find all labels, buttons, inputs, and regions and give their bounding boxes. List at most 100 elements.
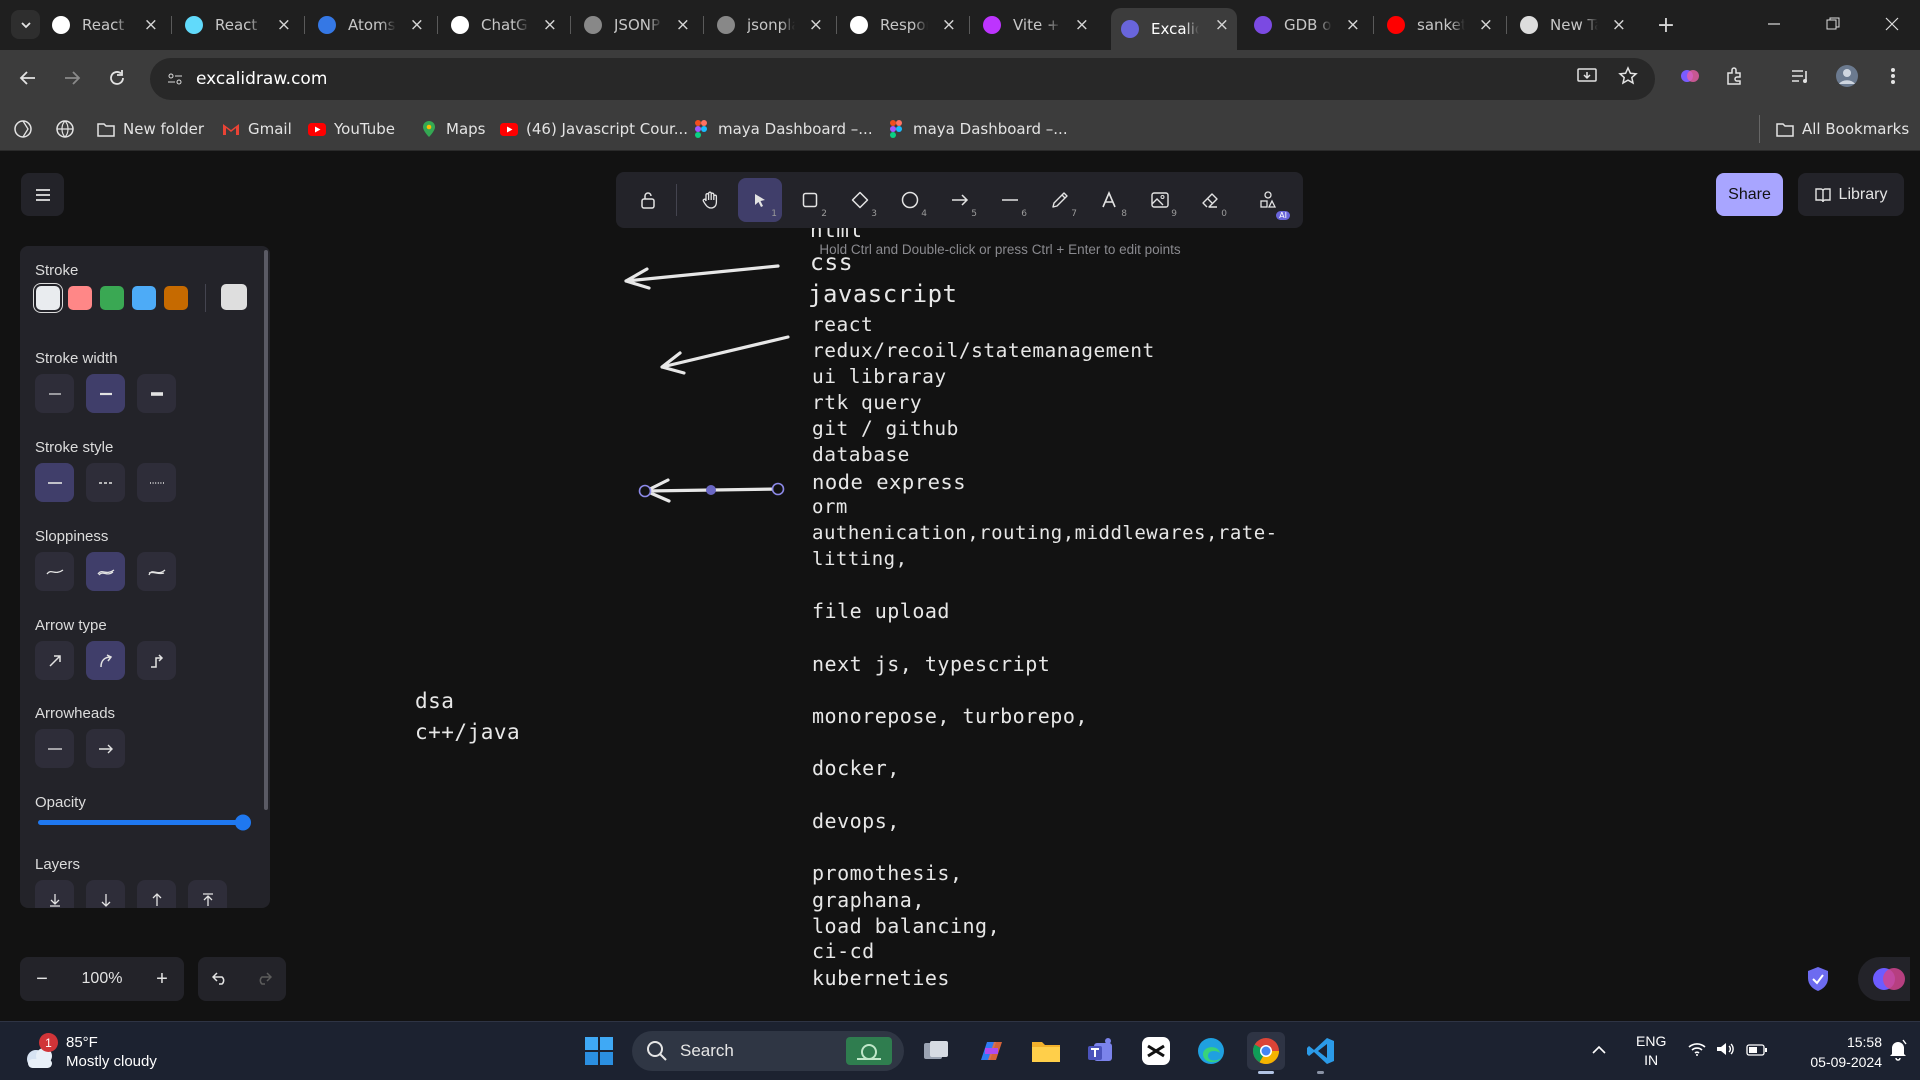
arrowhead-end[interactable] [86, 729, 125, 768]
shield-icon[interactable] [1806, 966, 1830, 992]
arrow-type-curved[interactable] [86, 641, 125, 680]
arrow-to-css[interactable] [624, 264, 780, 290]
tab-search-button[interactable] [11, 10, 40, 39]
volume-icon[interactable] [1716, 1041, 1736, 1062]
stroke-width-extra-bold[interactable] [137, 374, 176, 413]
arrow-tool-button[interactable]: 5 [938, 178, 982, 222]
site-info-icon[interactable] [166, 70, 184, 88]
browser-tab[interactable]: JSONP × [574, 8, 698, 42]
address-bar[interactable]: excalidraw.com [150, 58, 1655, 100]
stroke-style-dotted[interactable] [137, 463, 176, 502]
back-button[interactable] [13, 63, 43, 93]
stroke-width-thin[interactable] [35, 374, 74, 413]
close-window-button[interactable] [1877, 12, 1907, 36]
browser-tab[interactable]: React (× [42, 8, 166, 42]
bring-to-front-button[interactable] [188, 880, 227, 908]
tab-close-icon[interactable]: × [144, 15, 158, 35]
undo-button[interactable] [211, 969, 228, 990]
chrome-taskbar-icon[interactable] [1247, 1032, 1285, 1074]
stroke-color-swatch[interactable] [68, 286, 92, 310]
diamond-tool-button[interactable]: 3 [838, 178, 882, 222]
panel-scrollbar[interactable] [264, 250, 268, 810]
send-backward-button[interactable] [86, 880, 125, 908]
chevron-up-icon[interactable] [1591, 1042, 1607, 1060]
redo-button[interactable] [256, 969, 273, 990]
hand-tool-button[interactable] [688, 178, 732, 222]
tab-close-icon[interactable]: × [1479, 15, 1493, 35]
library-button[interactable]: Library [1798, 173, 1904, 216]
tab-close-icon[interactable]: × [1215, 15, 1229, 35]
edge-icon[interactable] [1192, 1032, 1230, 1070]
current-color-swatch[interactable] [221, 284, 247, 310]
browser-tab[interactable]: sanket × [1377, 8, 1501, 42]
system-clock[interactable]: 15:58 05-09-2024 [1782, 1032, 1882, 1072]
browser-tab[interactable]: Vite + × [973, 8, 1097, 42]
media-control-icon[interactable] [1786, 62, 1814, 90]
weather-widget[interactable]: 1 85°F Mostly cloudy [22, 1030, 157, 1074]
capcut-icon[interactable] [1137, 1032, 1175, 1070]
lock-tool-button[interactable] [626, 178, 670, 222]
bring-forward-button[interactable] [137, 880, 176, 908]
browser-tab[interactable]: Excalid × [1111, 8, 1237, 50]
excalidraw-canvas[interactable]: html css javascript react redux/recoil/state… [0, 151, 1920, 1021]
line-tool-button[interactable]: 6 [988, 178, 1032, 222]
browser-tab[interactable]: GDB o × [1244, 8, 1368, 42]
extensions-icon[interactable] [1721, 62, 1749, 90]
battery-icon[interactable] [1746, 1043, 1768, 1061]
more-tools-button[interactable]: AI [1246, 178, 1290, 222]
arrow-to-react[interactable] [660, 335, 790, 375]
browser-tab[interactable]: React / × [175, 8, 299, 42]
taskbar-search[interactable]: Search [632, 1031, 904, 1071]
browser-tab[interactable]: ChatGP × [441, 8, 565, 42]
arrow-type-elbow[interactable] [137, 641, 176, 680]
stroke-color-swatch[interactable] [36, 286, 60, 310]
globe-icon[interactable] [56, 117, 74, 141]
selection-tool-button[interactable]: 1 [738, 178, 782, 222]
bookmark-item[interactable]: maya Dashboard –... [887, 117, 1068, 141]
tab-close-icon[interactable]: × [1075, 15, 1089, 35]
stroke-color-swatch[interactable] [100, 286, 124, 310]
sloppiness-architect[interactable] [35, 552, 74, 591]
tab-close-icon[interactable]: × [942, 15, 956, 35]
language-indicator[interactable]: ENG IN [1636, 1032, 1666, 1070]
zoom-in-button[interactable]: + [140, 968, 184, 991]
text-tool-button[interactable]: 8 [1088, 178, 1132, 222]
arrow-type-sharp[interactable] [35, 641, 74, 680]
windows-start-button[interactable] [580, 1032, 618, 1070]
copilot-icon[interactable] [972, 1032, 1010, 1070]
rectangle-tool-button[interactable]: 2 [788, 178, 832, 222]
stroke-style-dashed[interactable] [86, 463, 125, 502]
zoom-reset-button[interactable]: 100% [64, 970, 140, 988]
teams-icon[interactable] [1082, 1032, 1120, 1070]
file-explorer-icon[interactable] [1027, 1032, 1065, 1070]
ellipse-tool-button[interactable]: 4 [888, 178, 932, 222]
stroke-color-swatch[interactable] [164, 286, 188, 310]
bookmark-item[interactable]: YouTube [308, 117, 395, 141]
reload-button[interactable] [102, 63, 132, 93]
tab-close-icon[interactable]: × [1346, 15, 1360, 35]
stroke-color-swatch[interactable] [132, 286, 156, 310]
main-menu-button[interactable] [21, 173, 64, 216]
tab-close-icon[interactable]: × [1612, 15, 1626, 35]
wifi-icon[interactable] [1688, 1042, 1706, 1061]
sloppiness-cartoonist[interactable] [137, 552, 176, 591]
tab-close-icon[interactable]: × [809, 15, 823, 35]
bookmark-item[interactable]: Gmail [222, 117, 292, 141]
all-bookmarks[interactable]: All Bookmarks [1776, 117, 1909, 141]
sloppiness-artist[interactable] [86, 552, 125, 591]
bookmark-item[interactable]: New folder [97, 117, 204, 141]
task-view-icon[interactable] [917, 1032, 955, 1070]
vscode-icon[interactable] [1302, 1032, 1340, 1074]
eraser-tool-button[interactable]: 0 [1188, 178, 1232, 222]
browser-tab[interactable]: Respon × [840, 8, 964, 42]
browser-tab[interactable]: Atoms × [308, 8, 432, 42]
bookmark-item[interactable]: Maps [420, 117, 485, 141]
stroke-width-bold[interactable] [86, 374, 125, 413]
draw-tool-button[interactable]: 7 [1038, 178, 1082, 222]
tab-close-icon[interactable]: × [543, 15, 557, 35]
gemini-extension-icon[interactable] [1676, 62, 1704, 90]
share-button[interactable]: Share [1716, 173, 1783, 216]
bookmark-star-icon[interactable] [1614, 62, 1642, 90]
chrome-menu-icon[interactable] [1879, 62, 1907, 90]
bookmark-item[interactable]: (46) Javascript Cour... [500, 117, 688, 141]
